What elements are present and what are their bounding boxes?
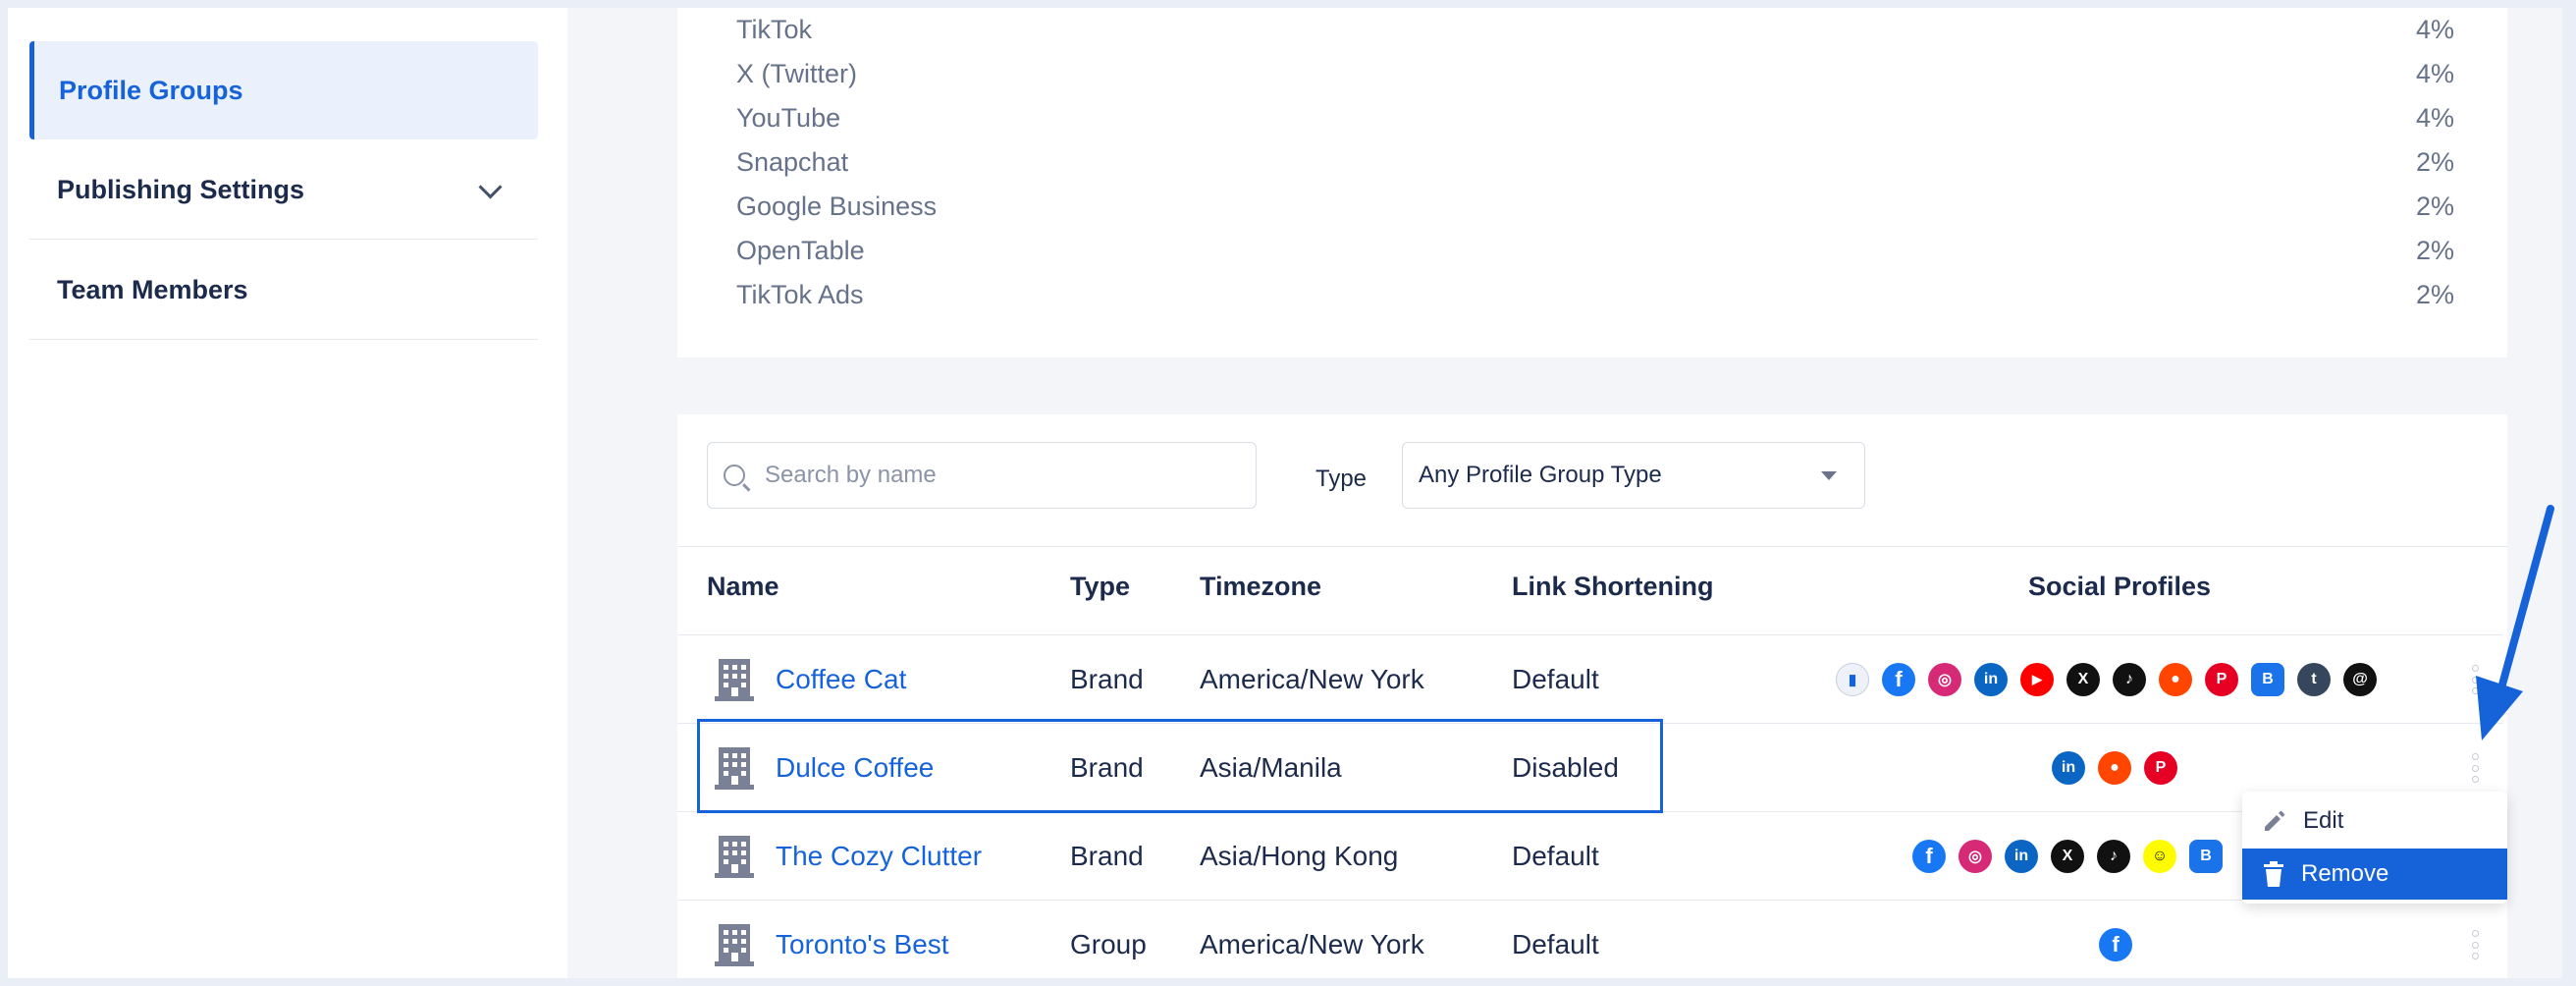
table-row[interactable]: Toronto's Best Group America/New York De… — [677, 900, 2503, 978]
remove-menu-item[interactable]: Remove — [2242, 849, 2507, 900]
row-highlight-annotation — [697, 719, 1663, 813]
instagram-icon: ◎ — [1928, 663, 1961, 696]
tumblr-icon: t — [2297, 663, 2331, 696]
list-item: OpenTable 2% — [736, 235, 2454, 265]
more-options-icon[interactable] — [2472, 930, 2480, 959]
list-item: TikTok 4% — [736, 14, 2454, 44]
profile-groups-card: Type Any Profile Group Type Name Type Ti… — [677, 414, 2507, 978]
sidebar-item-team-members[interactable]: Team Members — [29, 242, 538, 340]
facebook-icon: f — [1882, 663, 1915, 696]
app-frame: Profile Groups Publishing Settings Team … — [8, 8, 2562, 978]
social-profiles: f — [2099, 901, 2132, 978]
meta-business-icon: ▮ — [1836, 663, 1869, 696]
table-row[interactable]: Coffee Cat Brand America/New York Defaul… — [677, 634, 2503, 724]
column-header-link-shortening: Link Shortening — [1512, 572, 1714, 601]
list-item: X (Twitter) 4% — [736, 58, 2454, 88]
search-input[interactable] — [763, 461, 1238, 490]
sidebar-item-label: Team Members — [57, 275, 248, 304]
more-options-icon[interactable] — [2472, 753, 2480, 783]
tiktok-icon: ♪ — [2113, 663, 2146, 696]
x-icon: X — [2066, 663, 2100, 696]
group-type: Brand — [1070, 664, 1144, 694]
sidebar: Profile Groups Publishing Settings Team … — [8, 8, 567, 978]
column-header-timezone: Timezone — [1200, 572, 1322, 601]
sidebar-item-profile-groups[interactable]: Profile Groups — [29, 41, 538, 139]
type-select[interactable]: Any Profile Group Type — [1402, 442, 1865, 509]
search-field[interactable] — [707, 442, 1257, 509]
column-header-social-profiles: Social Profiles — [2028, 572, 2212, 601]
arrow-annotation-icon — [2476, 505, 2554, 740]
trash-icon — [2264, 861, 2283, 887]
group-timezone: Asia/Hong Kong — [1200, 841, 1399, 871]
sidebar-item-publishing-settings[interactable]: Publishing Settings — [29, 141, 538, 240]
building-icon — [715, 659, 754, 701]
column-header-name: Name — [707, 572, 779, 601]
list-item: Google Business 2% — [736, 191, 2454, 221]
group-link-shortening: Default — [1512, 841, 1599, 871]
building-icon — [715, 836, 754, 878]
reddit-icon: ● — [2159, 663, 2192, 696]
facebook-icon: f — [2099, 928, 2132, 961]
type-select-value: Any Profile Group Type — [1419, 462, 1662, 488]
group-name-link[interactable]: Coffee Cat — [776, 635, 906, 724]
caret-down-icon — [1821, 471, 1837, 480]
group-type: Group — [1070, 929, 1147, 959]
divider — [677, 546, 2507, 547]
list-item: YouTube 4% — [736, 102, 2454, 133]
stats-card: TikTok 4% X (Twitter) 4% YouTube 4% Snapcha… — [677, 8, 2507, 357]
list-item: Snapchat 2% — [736, 146, 2454, 177]
reddit-icon: ● — [2098, 751, 2131, 785]
instagram-icon: ◎ — [1959, 840, 1992, 873]
chevron-down-icon[interactable] — [478, 175, 503, 199]
linkedin-icon: in — [2005, 840, 2038, 873]
snapchat-icon: ☺ — [2143, 840, 2176, 873]
row-actions-menu: Edit Remove — [2242, 792, 2507, 904]
group-timezone: America/New York — [1200, 929, 1424, 959]
group-link-shortening: Default — [1512, 664, 1599, 694]
google-business-icon: B — [2251, 663, 2284, 696]
tiktok-icon: ♪ — [2097, 840, 2130, 873]
group-timezone: America/New York — [1200, 664, 1424, 694]
sidebar-item-label: Profile Groups — [59, 75, 243, 105]
group-link-shortening: Default — [1512, 929, 1599, 959]
edit-menu-item[interactable]: Edit — [2242, 795, 2507, 847]
social-profiles: in ● P — [2052, 724, 2177, 812]
sidebar-item-label: Publishing Settings — [57, 175, 305, 204]
group-name-link[interactable]: The Cozy Clutter — [776, 812, 982, 901]
group-type: Brand — [1070, 841, 1144, 871]
linkedin-icon: in — [1974, 663, 2008, 696]
facebook-icon: f — [1912, 840, 1946, 873]
social-profiles: ▮ f ◎ in ▶ X ♪ ● P B t @ — [1836, 635, 2377, 724]
google-business-icon: B — [2189, 840, 2223, 873]
social-profiles: f ◎ in X ♪ ☺ B — [1912, 812, 2223, 901]
youtube-icon: ▶ — [2020, 663, 2054, 696]
pinterest-icon: P — [2205, 663, 2238, 696]
list-item: TikTok Ads 2% — [736, 279, 2454, 309]
x-icon: X — [2051, 840, 2084, 873]
linkedin-icon: in — [2052, 751, 2085, 785]
threads-icon: @ — [2343, 663, 2377, 696]
pinterest-icon: P — [2144, 751, 2177, 785]
pencil-icon — [2265, 810, 2285, 831]
building-icon — [715, 924, 754, 966]
search-icon — [724, 465, 745, 486]
group-name-link[interactable]: Toronto's Best — [776, 901, 949, 978]
type-filter-label: Type — [1315, 466, 1368, 492]
table-row[interactable]: The Cozy Clutter Brand Asia/Hong Kong De… — [677, 811, 2503, 901]
column-header-type: Type — [1070, 572, 1131, 601]
